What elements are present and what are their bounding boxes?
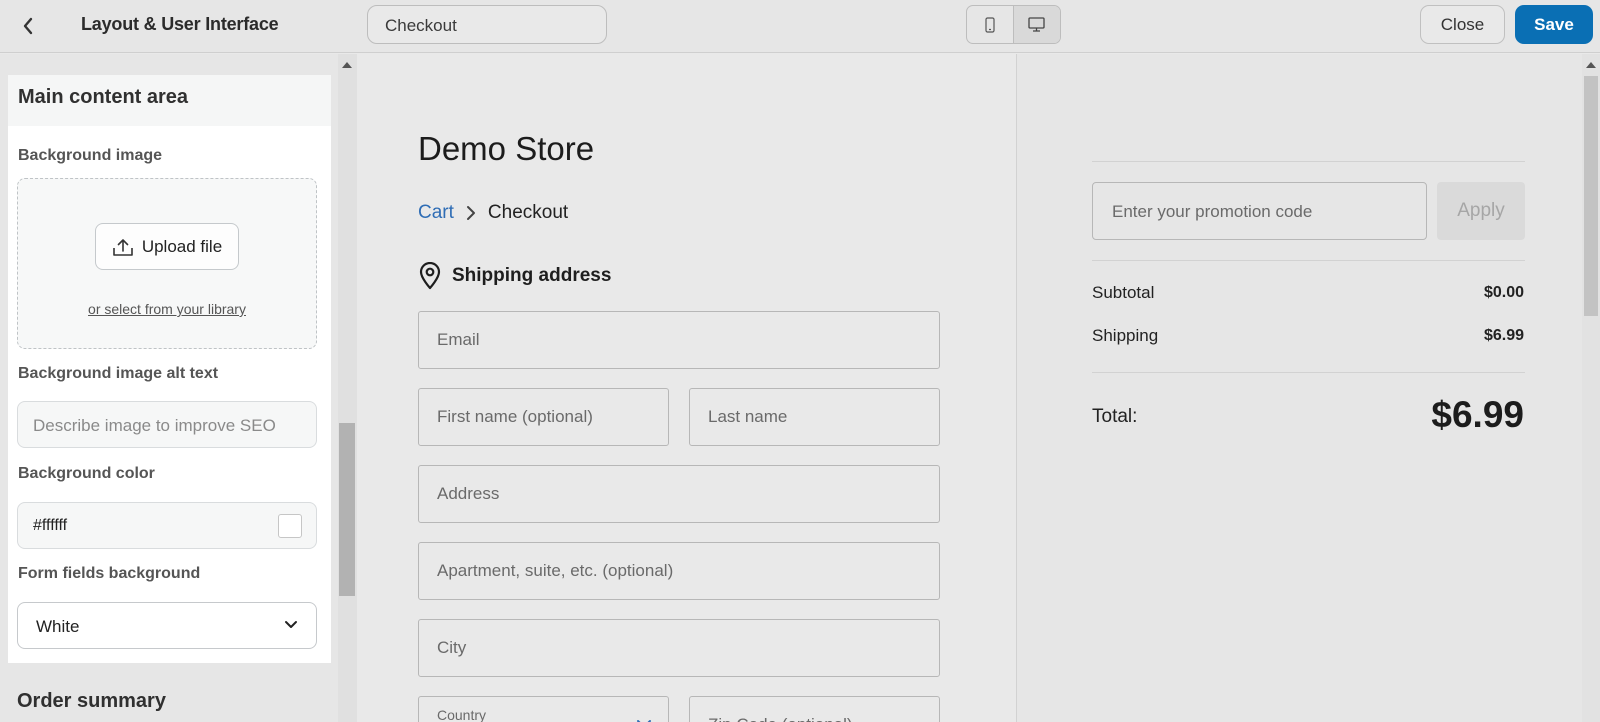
- scroll-up-arrow-icon[interactable]: [1586, 62, 1596, 68]
- breadcrumb-current: Checkout: [487, 202, 569, 223]
- chevron-right-icon: [466, 206, 475, 220]
- section-title: Main content area: [8, 75, 331, 126]
- scrollbar-thumb[interactable]: [1584, 76, 1598, 316]
- form-fields-background-label: Form fields background: [18, 565, 201, 582]
- first-name-field[interactable]: First name (optional): [418, 388, 669, 446]
- breadcrumb-cart-link[interactable]: Cart: [418, 202, 454, 224]
- country-label: Country: [437, 707, 487, 722]
- upload-file-button[interactable]: Upload file: [95, 223, 239, 270]
- back-button[interactable]: [14, 12, 42, 40]
- shipping-address-heading: Shipping address: [418, 262, 611, 290]
- chevron-left-icon: [23, 17, 33, 35]
- summary-divider: [1092, 260, 1525, 261]
- save-button[interactable]: Save: [1515, 5, 1593, 44]
- settings-scrollbar[interactable]: [338, 54, 357, 722]
- page-title: Layout & User Interface: [81, 14, 279, 34]
- last-name-field[interactable]: Last name: [689, 388, 940, 446]
- chevron-down-icon: [285, 621, 297, 628]
- form-fields-background-select[interactable]: White: [17, 602, 317, 649]
- select-from-library-link[interactable]: or select from your library: [18, 301, 316, 317]
- top-bar: Layout & User Interface Checkout Close S…: [0, 0, 1600, 53]
- alt-text-input[interactable]: Describe image to improve SEO: [17, 401, 317, 448]
- shipping-value: $6.99: [1483, 327, 1524, 344]
- apartment-field[interactable]: Apartment, suite, etc. (optional): [418, 542, 940, 600]
- preview-scrollbar[interactable]: [1582, 54, 1600, 722]
- mobile-view-button[interactable]: [967, 6, 1014, 43]
- zip-code-field[interactable]: Zip Code (optional): [689, 696, 940, 722]
- shipping-label: Shipping: [1092, 326, 1159, 345]
- shipping-address-label: Shipping address: [452, 265, 612, 286]
- store-name: Demo Store: [418, 130, 595, 167]
- background-color-label: Background color: [18, 465, 155, 482]
- scroll-up-arrow-icon[interactable]: [342, 62, 352, 68]
- location-pin-icon: [419, 262, 441, 290]
- email-field[interactable]: Email: [418, 311, 940, 369]
- checkout-preview-summary: [1017, 54, 1582, 722]
- background-color-value: #ffffff: [33, 517, 68, 534]
- desktop-icon: [1028, 17, 1045, 32]
- alt-text-label: Background image alt text: [18, 365, 219, 382]
- background-image-label: Background image: [18, 147, 163, 164]
- close-button[interactable]: Close: [1420, 5, 1505, 44]
- total-label: Total:: [1092, 406, 1138, 427]
- breadcrumb: Cart Checkout: [418, 202, 568, 224]
- desktop-view-button[interactable]: [1013, 6, 1060, 43]
- device-toggle: [966, 5, 1061, 44]
- order-summary-section-title[interactable]: Order summary: [17, 690, 166, 713]
- apply-button[interactable]: Apply: [1437, 182, 1525, 240]
- city-field[interactable]: City: [418, 619, 940, 677]
- main-content-area-section: Main content area Background image Uploa…: [8, 75, 331, 663]
- upload-file-label: Upload file: [141, 236, 223, 256]
- form-fields-background-value: White: [36, 617, 80, 636]
- subtotal-label: Subtotal: [1092, 283, 1155, 302]
- mobile-icon: [985, 16, 995, 33]
- subtotal-value: $0.00: [1483, 284, 1524, 301]
- address-field[interactable]: Address: [418, 465, 940, 523]
- summary-divider: [1092, 161, 1525, 162]
- summary-divider: [1092, 372, 1525, 373]
- country-select[interactable]: Country: [418, 696, 669, 722]
- background-image-dropzone[interactable]: Upload file or select from your library: [17, 178, 317, 349]
- scrollbar-thumb[interactable]: [339, 423, 355, 596]
- background-color-input[interactable]: #ffffff: [17, 502, 317, 549]
- page-selector[interactable]: Checkout: [367, 5, 607, 44]
- total-value: $6.99: [1431, 394, 1524, 435]
- color-swatch[interactable]: [278, 514, 302, 538]
- promo-code-input[interactable]: Enter your promotion code: [1092, 182, 1427, 240]
- upload-icon: [113, 238, 133, 256]
